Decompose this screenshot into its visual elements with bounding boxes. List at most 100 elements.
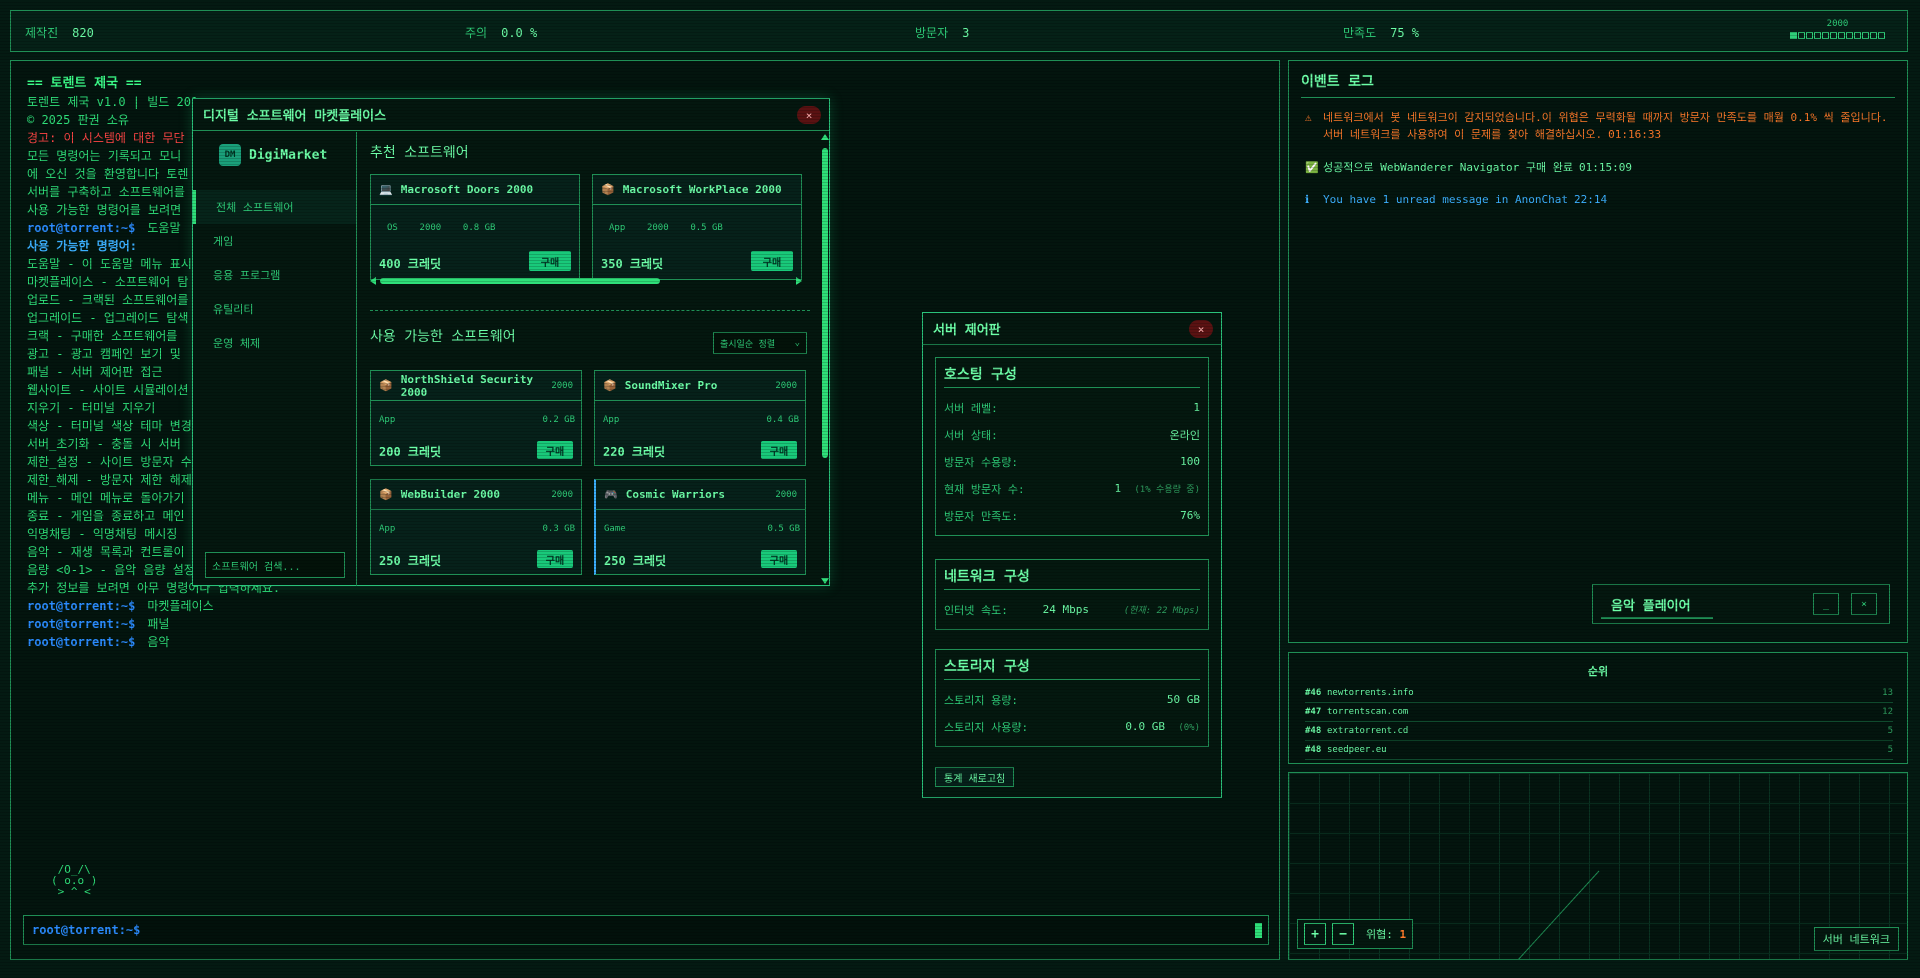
ascii-cat-art: /O_/\ ( o.o ) > ^ < bbox=[51, 863, 98, 898]
content-scrollbar[interactable] bbox=[820, 132, 830, 586]
music-player-title: 음악 플레이어 bbox=[1611, 598, 1691, 614]
stat-visitors: 방문자 3 bbox=[915, 24, 969, 41]
checkmark-icon: ✅ bbox=[1305, 161, 1319, 174]
server-network-button[interactable]: 서버 네트워크 bbox=[1813, 927, 1899, 951]
year-label: 2000 bbox=[1826, 19, 1849, 29]
internet-speed-row: 인터넷 속도: 24 Mbps (현재: 22 Mbps) bbox=[944, 603, 1200, 617]
terminal-title: == 토렌트 제국 == bbox=[27, 76, 142, 91]
card-meta: App 0.2 GB bbox=[379, 415, 575, 425]
marketplace-close-button[interactable]: × bbox=[797, 106, 821, 124]
nav-utilities[interactable]: 유틸리티 bbox=[193, 292, 356, 326]
marketplace-title: 디지털 소프트웨어 마켓플레이스 bbox=[193, 99, 829, 131]
card-meta: OS 2000 0.8 GB bbox=[387, 223, 496, 233]
server-close-button[interactable]: × bbox=[1189, 320, 1213, 338]
card-name: Macrosoft WorkPlace 2000 bbox=[622, 183, 782, 196]
featured-card: 📦 Macrosoft WorkPlace 2000 App 2000 0.5 G… bbox=[592, 174, 802, 280]
terminal-prompt: root@torrent:~$ bbox=[27, 635, 136, 649]
stat-label: 제작진 bbox=[25, 26, 59, 40]
card-header: 📦 NorthShield Security 2000 2000 bbox=[371, 371, 581, 401]
buy-button[interactable]: 구매 bbox=[537, 550, 573, 568]
package-icon: 📦 bbox=[379, 488, 393, 501]
network-title: 네트워크 구성 bbox=[944, 566, 1200, 590]
stat-label: 방문자 bbox=[915, 26, 949, 40]
zoom-out-button[interactable]: − bbox=[1332, 923, 1354, 945]
sort-value: 출시일순 정렬 bbox=[720, 339, 776, 350]
year-progress: 2000 bbox=[1790, 19, 1885, 39]
nav-games[interactable]: 게임 bbox=[193, 224, 356, 258]
storage-config: 스토리지 구성 스토리지 용량: 50 GB 스토리지 사용량: 0.0 GB (0… bbox=[935, 649, 1209, 747]
card-price: 400 크레딧 bbox=[379, 257, 442, 271]
hosting-config: 호스팅 구성 서버 레벨: 1 서버 상태: 온라인 방문자 수용량: 100 현재 … bbox=[935, 357, 1209, 536]
visitor-satisfaction-row: 방문자 만족도: 76% bbox=[944, 509, 1200, 523]
buy-button[interactable]: 구매 bbox=[751, 251, 793, 271]
card-name: Macrosoft Doors 2000 bbox=[400, 183, 534, 196]
available-title: 사용 가능한 소프트웨어 bbox=[370, 329, 516, 345]
visitor-capacity-row: 방문자 수용량: 100 bbox=[944, 455, 1200, 469]
buy-button[interactable]: 구매 bbox=[529, 251, 571, 271]
warning-icon: ⚠ bbox=[1305, 111, 1312, 124]
software-card: 📦 SoundMixer Pro 2000 App 0.4 GB 220 크레딧 구매 bbox=[594, 370, 806, 466]
music-close-button[interactable]: × bbox=[1851, 593, 1877, 615]
card-price: 250 크레딧 bbox=[604, 554, 667, 568]
stat-label: 주의 bbox=[465, 26, 488, 40]
card-year: 2000 bbox=[551, 380, 573, 391]
terminal-input[interactable]: root@torrent:~$ bbox=[23, 915, 1269, 945]
card-meta: App 0.3 GB bbox=[379, 524, 575, 534]
featured-card: 💻 Macrosoft Doors 2000 OS 2000 0.8 GB 400… bbox=[370, 174, 580, 280]
event-log-title: 이벤트 로그 bbox=[1301, 74, 1374, 90]
software-card: 📦 NorthShield Security 2000 2000 App 0.2 GB… bbox=[370, 370, 582, 466]
buy-button[interactable]: 구매 bbox=[537, 441, 573, 459]
package-icon: 📦 bbox=[379, 379, 393, 392]
category-nav: 전체 소프트웨어 게임 응용 프로그램 유틸리티 운영 체제 bbox=[193, 190, 356, 360]
server-control-panel: 서버 제어판 × 호스팅 구성 서버 레벨: 1 서버 상태: 온라인 방문자 수용… bbox=[922, 312, 1222, 798]
software-card: 🎮 Cosmic Warriors 2000 Game 0.5 GB 250 크레딧 … bbox=[594, 479, 806, 575]
network-map[interactable]: + − 위협: 1 서버 네트워크 bbox=[1288, 772, 1908, 960]
chevron-down-icon: ⌄ bbox=[794, 338, 800, 348]
card-meta: App 2000 0.5 GB bbox=[609, 223, 723, 233]
storage-capacity-row: 스토리지 용량: 50 GB bbox=[944, 693, 1200, 707]
card-year: 2000 bbox=[775, 380, 797, 391]
stat-value: 0.0 % bbox=[501, 26, 538, 40]
buy-button[interactable]: 구매 bbox=[761, 441, 797, 459]
stat-label: 만족도 bbox=[1343, 26, 1377, 40]
computer-icon: 💻 bbox=[379, 183, 393, 196]
card-meta: Game 0.5 GB bbox=[604, 524, 800, 534]
package-icon: 📦 bbox=[603, 379, 617, 392]
card-header: 💻 Macrosoft Doors 2000 bbox=[371, 175, 579, 205]
rankings-title: 순위 bbox=[1587, 665, 1609, 678]
rank-row: #47 torrentscan.com 12 bbox=[1305, 703, 1893, 722]
featured-title: 추천 소프트웨어 bbox=[370, 145, 469, 161]
buy-button[interactable]: 구매 bbox=[761, 550, 797, 568]
stat-value: 75 % bbox=[1390, 26, 1420, 40]
nav-all-software[interactable]: 전체 소프트웨어 bbox=[193, 190, 356, 224]
server-status-row: 서버 상태: 온라인 bbox=[944, 428, 1200, 442]
top-status-bar: 제작진 820 주의 0.0 % 방문자 3 만족도 75 % 2000 bbox=[10, 10, 1908, 52]
package-icon: 📦 bbox=[601, 183, 615, 196]
stat-satisfaction: 만족도 75 % bbox=[1343, 24, 1419, 41]
rank-row: #48 extratorrent.cd 5 bbox=[1305, 722, 1893, 741]
marketplace-window: 디지털 소프트웨어 마켓플레이스 × DM DigiMarket 전체 소프트웨… bbox=[192, 98, 830, 586]
terminal-prompt: root@torrent:~$ bbox=[27, 617, 136, 631]
hosting-title: 호스팅 구성 bbox=[944, 364, 1200, 388]
nav-applications[interactable]: 응용 프로그램 bbox=[193, 258, 356, 292]
terminal-prompt: root@torrent:~$ bbox=[27, 221, 136, 235]
featured-scrollbar[interactable] bbox=[370, 276, 802, 286]
stat-heat: 주의 0.0 % bbox=[465, 24, 537, 41]
software-search-input[interactable]: 소프트웨어 검색... bbox=[205, 552, 345, 578]
zoom-in-button[interactable]: + bbox=[1304, 923, 1326, 945]
storage-title: 스토리지 구성 bbox=[944, 656, 1200, 680]
rank-row: #46 newtorrents.info 13 bbox=[1305, 684, 1893, 703]
sort-select[interactable]: 출시일순 정렬 ⌄ bbox=[713, 332, 807, 354]
gamepad-icon: 🎮 bbox=[604, 488, 618, 501]
minimize-button[interactable]: _ bbox=[1813, 593, 1839, 615]
digimarket-logo: DM DigiMarket bbox=[219, 142, 356, 168]
refresh-stats-button[interactable]: 통계 새로고침 bbox=[935, 767, 1015, 787]
info-icon: ℹ bbox=[1305, 193, 1310, 206]
card-name: WebBuilder 2000 bbox=[400, 488, 501, 501]
nav-operating-systems[interactable]: 운영 체제 bbox=[193, 326, 356, 360]
card-year: 2000 bbox=[551, 489, 573, 500]
event-success: ✅ 성공적으로 WebWanderer Navigator 구매 완료 01:15… bbox=[1305, 161, 1633, 174]
card-price: 350 크레딧 bbox=[601, 257, 664, 271]
card-header: 📦 Macrosoft WorkPlace 2000 bbox=[593, 175, 801, 205]
storage-usage-row: 스토리지 사용량: 0.0 GB (0%) bbox=[944, 720, 1200, 734]
